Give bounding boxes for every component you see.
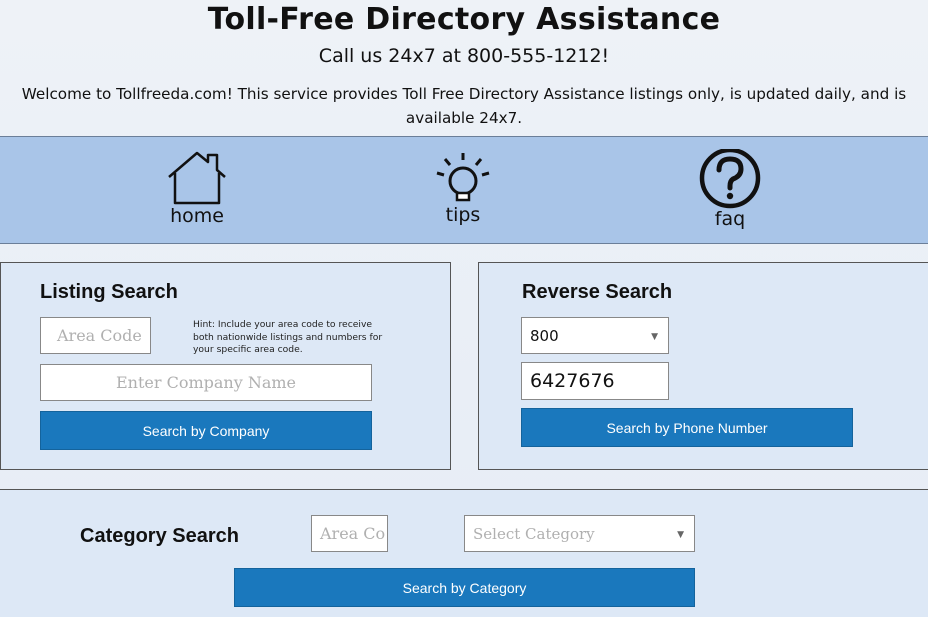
- category-search-title: Category Search: [80, 525, 239, 547]
- chevron-down-icon: ▼: [677, 529, 684, 540]
- nav-faq[interactable]: faq: [670, 137, 790, 243]
- nav-home[interactable]: home: [137, 137, 257, 243]
- company-name-input[interactable]: Enter Company Name: [40, 364, 372, 401]
- phone-number-input[interactable]: 6427676: [521, 362, 669, 400]
- welcome-text: Welcome to Tollfreeda.com! This service …: [21, 85, 907, 127]
- chevron-down-icon: ▼: [651, 331, 658, 342]
- search-by-company-button[interactable]: Search by Company: [40, 411, 372, 450]
- nav-tips-label: tips: [445, 204, 481, 226]
- prefix-select[interactable]: 800 ▼: [521, 317, 669, 354]
- nav-bar: home tips faq: [0, 136, 928, 244]
- listing-search-panel: Listing Search Area Code Hint: Include y…: [0, 262, 451, 470]
- listing-search-title: Listing Search: [40, 281, 178, 303]
- reverse-search-panel: Reverse Search 800 ▼ 6427676 Search by P…: [478, 262, 928, 470]
- house-icon: [168, 151, 226, 205]
- lightbulb-icon: [436, 153, 490, 202]
- search-by-phone-button[interactable]: Search by Phone Number: [521, 408, 853, 447]
- search-by-category-button[interactable]: Search by Category: [234, 568, 695, 607]
- page-title: Toll-Free Directory Assistance: [207, 2, 721, 37]
- page-subtitle: Call us 24x7 at 800-555-1212!: [318, 45, 610, 67]
- category-select-value: Select Category: [473, 524, 595, 543]
- area-code-hint: Hint: Include your area code to receive …: [193, 319, 383, 355]
- category-area-code-input[interactable]: Area Co: [311, 515, 388, 552]
- reverse-search-title: Reverse Search: [522, 281, 673, 303]
- question-circle-icon: [699, 149, 761, 209]
- page-header: Toll-Free Directory Assistance Call us 2…: [0, 0, 928, 136]
- prefix-select-value: 800: [530, 326, 559, 345]
- category-search-panel: Category Search Area Co Select Category …: [0, 489, 928, 617]
- nav-tips[interactable]: tips: [403, 137, 523, 243]
- nav-faq-label: faq: [714, 208, 746, 230]
- category-select[interactable]: Select Category ▼: [464, 515, 695, 552]
- area-code-input[interactable]: Area Code: [40, 317, 151, 354]
- nav-home-label: home: [170, 205, 224, 227]
